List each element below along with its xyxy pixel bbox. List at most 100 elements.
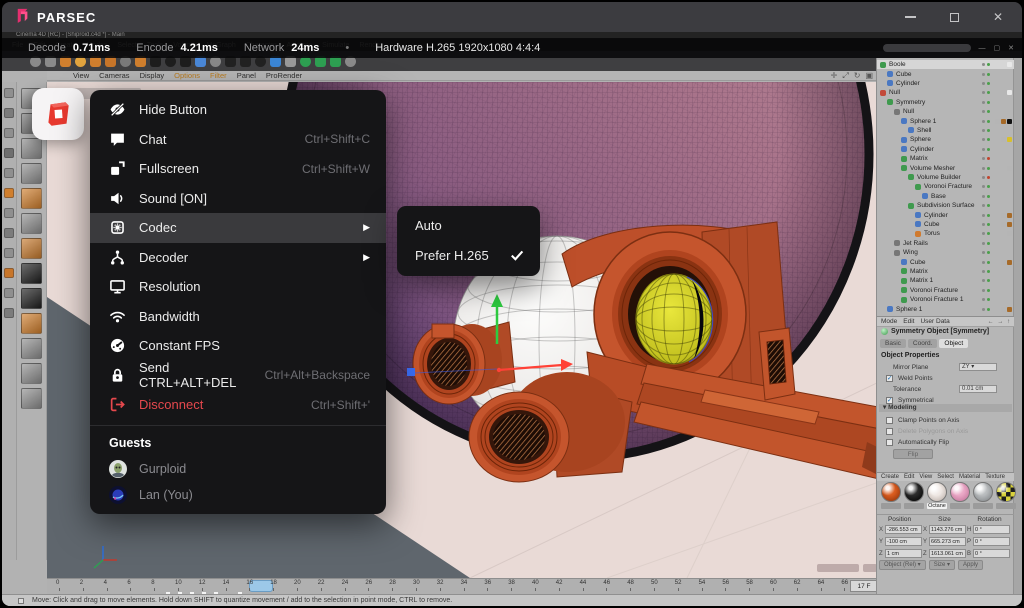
checkbox[interactable]: ✓ — [886, 375, 893, 382]
tool-icon[interactable] — [21, 388, 42, 409]
material-swatch[interactable] — [950, 482, 971, 509]
tool-icon[interactable] — [4, 308, 14, 318]
tool-icon[interactable] — [4, 168, 14, 178]
material-swatch[interactable]: Octane — [927, 482, 948, 509]
flip-button[interactable]: Flip — [893, 449, 933, 459]
parsec-overlay-button[interactable] — [32, 88, 84, 140]
menu-item-codec[interactable]: Codec▶ — [90, 213, 386, 243]
menu-item-disconnect[interactable]: DisconnectCtrl+Shift+' — [90, 390, 386, 420]
object-rel--button[interactable]: Object (Rel) ▾ — [879, 560, 926, 570]
coord-input[interactable]: -286.553 cm — [885, 525, 922, 534]
checkbox[interactable] — [886, 417, 893, 424]
object-row[interactable]: Symmetry — [877, 98, 1014, 107]
tool-icon[interactable] — [4, 88, 14, 98]
material-swatch[interactable] — [881, 482, 902, 509]
am-tab-coord[interactable]: Coord. — [908, 339, 938, 348]
object-row[interactable]: Wing — [877, 248, 1014, 257]
visibility-dots[interactable] — [982, 223, 990, 226]
attribute-nav-icons[interactable]: ← → ↑ — [988, 319, 1011, 325]
tool-icon[interactable] — [21, 338, 42, 359]
viewport-menu-prorender[interactable]: ProRender — [266, 71, 302, 80]
object-row[interactable]: Cylinder — [877, 145, 1014, 154]
coord-input[interactable]: 0 ° — [973, 537, 1010, 546]
coord-input[interactable]: 0 ° — [973, 549, 1010, 558]
object-row[interactable]: Torus — [877, 229, 1014, 238]
visibility-dots[interactable] — [982, 289, 990, 292]
menu-item-sound[interactable]: Sound [ON] — [90, 184, 386, 214]
coord-input[interactable]: 665.273 cm — [929, 537, 966, 546]
object-row[interactable]: Shell — [877, 126, 1014, 135]
visibility-dots[interactable] — [982, 82, 990, 85]
viewport-menu-panel[interactable]: Panel — [237, 71, 256, 80]
object-row[interactable]: Subdivision Surface — [877, 201, 1014, 210]
menu-item-bandwidth[interactable]: Bandwidth — [90, 302, 386, 332]
material-menu-material[interactable]: Material — [959, 474, 980, 480]
viewport-menu-filter[interactable]: Filter — [210, 71, 227, 80]
tool-icon[interactable] — [4, 288, 14, 298]
tool-icon[interactable] — [21, 163, 42, 184]
visibility-dots[interactable] — [982, 138, 990, 141]
c4d-search-field[interactable] — [883, 44, 971, 52]
object-row[interactable]: Sphere 1 — [877, 116, 1014, 125]
visibility-dots[interactable] — [982, 261, 990, 264]
object-row[interactable]: Matrix — [877, 154, 1014, 163]
object-row[interactable]: Matrix 1 — [877, 276, 1014, 285]
menu-item-fullscreen[interactable]: FullscreenCtrl+Shift+W — [90, 154, 386, 184]
panel-side-tabs[interactable] — [1013, 58, 1022, 594]
tool-icon[interactable] — [4, 208, 14, 218]
visibility-dots[interactable] — [982, 73, 990, 76]
menu-item-hide-button[interactable]: Hide Button — [90, 95, 386, 125]
value-input[interactable]: 0.01 cm — [959, 385, 997, 393]
visibility-dots[interactable] — [982, 167, 990, 170]
checkbox[interactable]: ✓ — [886, 397, 893, 404]
object-row[interactable]: Voronoi Fracture — [877, 182, 1014, 191]
visibility-dots[interactable] — [982, 242, 990, 245]
visibility-dots[interactable] — [982, 195, 990, 198]
maximize-icon[interactable]: ▣ — [865, 71, 873, 81]
zoom-icon[interactable]: ⤢ — [842, 71, 848, 81]
viewport-menu-options[interactable]: Options — [174, 71, 200, 80]
object-row[interactable]: Cube — [877, 220, 1014, 229]
visibility-dots[interactable] — [982, 148, 990, 151]
visibility-dots[interactable] — [982, 120, 990, 123]
tool-icon[interactable] — [21, 188, 42, 209]
tool-icon[interactable] — [4, 108, 14, 118]
dropdown[interactable]: ZY ▾ — [959, 363, 997, 371]
object-row[interactable]: Voronoi Fracture 1 — [877, 295, 1014, 304]
coord-input[interactable]: 1 cm — [885, 549, 922, 558]
viewport-menu-cameras[interactable]: Cameras — [99, 71, 129, 80]
object-row[interactable]: Volume Builder — [877, 173, 1014, 182]
am-tab-basic[interactable]: Basic — [880, 339, 906, 348]
object-row[interactable]: Volume Mesher — [877, 163, 1014, 172]
object-row[interactable]: Base — [877, 192, 1014, 201]
object-row[interactable]: Matrix — [877, 267, 1014, 276]
am-menu-mode[interactable]: Mode — [881, 318, 897, 325]
material-menu-select[interactable]: Select — [937, 474, 954, 480]
viewport-menu-view[interactable]: View — [73, 71, 89, 80]
guest-row[interactable]: Gurploid — [90, 456, 386, 482]
material-swatch[interactable] — [996, 482, 1017, 509]
c4d-maximize-icon[interactable]: ▢ — [994, 44, 1001, 52]
c4d-close-icon[interactable]: ✕ — [1008, 44, 1014, 52]
tool-icon[interactable] — [21, 213, 42, 234]
menu-item-chat[interactable]: ChatCtrl+Shift+C — [90, 125, 386, 155]
tool-icon[interactable] — [4, 228, 14, 238]
visibility-dots[interactable] — [982, 185, 990, 188]
am-tab-object[interactable]: Object — [939, 339, 968, 348]
maximize-button[interactable] — [944, 9, 964, 25]
rotate-icon[interactable]: ↻ — [854, 71, 861, 81]
guest-row[interactable]: Lan (You) — [90, 482, 386, 508]
visibility-dots[interactable] — [982, 129, 990, 132]
tool-icon[interactable] — [4, 128, 14, 138]
visibility-dots[interactable] — [982, 298, 990, 301]
frame-field[interactable]: 17 F — [850, 580, 878, 592]
visibility-dots[interactable] — [982, 176, 990, 179]
visibility-dots[interactable] — [982, 270, 990, 273]
tool-icon[interactable] — [4, 248, 14, 258]
tool-icon[interactable] — [21, 263, 42, 284]
object-row[interactable]: Cylinder — [877, 79, 1014, 88]
object-row[interactable]: Sphere — [877, 135, 1014, 144]
menu-item-send-ctrl-alt-del[interactable]: Send CTRL+ALT+DELCtrl+Alt+Backspace — [90, 361, 386, 391]
pan-icon[interactable]: ✛ — [831, 71, 838, 81]
tool-icon[interactable] — [21, 363, 42, 384]
